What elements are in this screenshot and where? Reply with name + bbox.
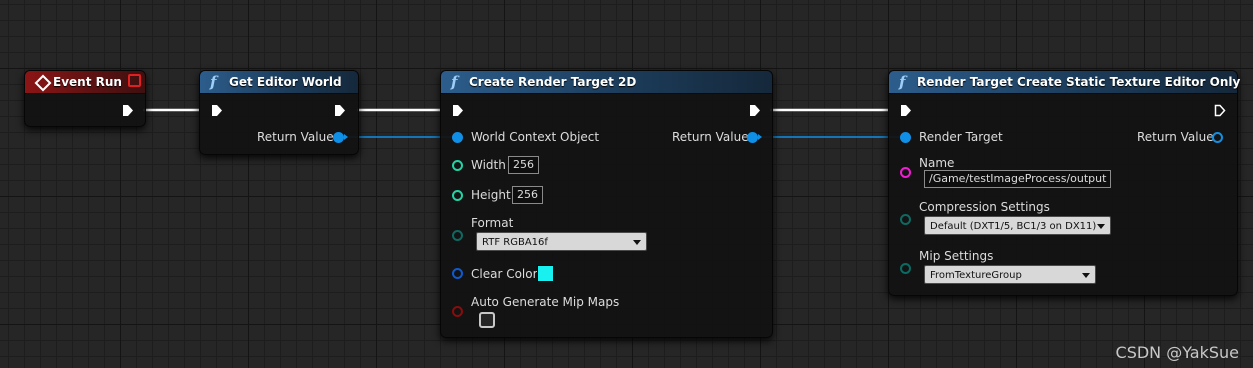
format-value: RTF RGBA16f: [482, 237, 548, 248]
return-value-label: Return Value: [672, 130, 749, 144]
name-pin[interactable]: [900, 167, 911, 178]
delegate-square-icon[interactable]: [128, 74, 141, 87]
compression-dropdown[interactable]: Default (DXT1/5, BC1/3 on DX11): [924, 216, 1111, 235]
create-render-target-node[interactable]: f Create Render Target 2D World Context …: [440, 70, 773, 338]
mip-settings-pin[interactable]: [900, 263, 911, 274]
get-editor-world-title: Get Editor World: [229, 75, 342, 89]
exec-out-pin[interactable]: [334, 104, 346, 117]
compression-pin[interactable]: [900, 214, 911, 225]
render-target-pin[interactable]: [900, 132, 911, 143]
event-run-header[interactable]: Event Run: [25, 71, 145, 94]
watermark: CSDN @YakSue: [1115, 343, 1239, 362]
event-run-title: Event Run: [53, 75, 122, 89]
exec-in-pin[interactable]: [211, 104, 223, 117]
chevron-down-icon: [1097, 224, 1105, 229]
mip-settings-value: FromTextureGroup: [930, 270, 1022, 281]
exec-in-pin[interactable]: [452, 104, 464, 117]
width-input[interactable]: 256: [508, 156, 539, 174]
render-target-label: Render Target: [919, 130, 1003, 144]
function-icon: f: [451, 73, 458, 91]
exec-out-pin[interactable]: [749, 104, 761, 117]
name-label: Name: [919, 156, 955, 170]
get-editor-world-node[interactable]: f Get Editor World Return Value: [199, 70, 359, 155]
width-label: Width: [471, 158, 506, 172]
auto-mip-label: Auto Generate Mip Maps: [471, 295, 620, 309]
render-target-static-texture-node[interactable]: f Render Target Create Static Texture Ed…: [888, 70, 1241, 296]
world-context-pin[interactable]: [452, 132, 463, 143]
world-context-label: World Context Object: [471, 130, 600, 144]
clear-color-label: Clear Color: [471, 267, 538, 281]
render-target-static-texture-header[interactable]: f Render Target Create Static Texture Ed…: [889, 71, 1241, 94]
create-render-target-title: Create Render Target 2D: [469, 75, 637, 89]
return-value-label: Return Value: [257, 130, 334, 144]
height-label: Height: [471, 188, 511, 202]
height-input[interactable]: 256: [512, 186, 543, 204]
clear-color-swatch[interactable]: [537, 265, 554, 282]
exec-in-pin[interactable]: [900, 104, 912, 117]
render-target-static-texture-title: Render Target Create Static Texture Edit…: [917, 75, 1241, 89]
exec-out-pin-unconnected[interactable]: [1214, 104, 1226, 117]
mip-settings-dropdown[interactable]: FromTextureGroup: [924, 265, 1096, 284]
event-diamond-icon: [34, 74, 52, 92]
height-pin[interactable]: [452, 190, 463, 201]
function-icon: f: [210, 73, 217, 91]
return-value-pin[interactable]: [1212, 132, 1223, 143]
mip-settings-label: Mip Settings: [919, 249, 994, 263]
exec-out-pin[interactable]: [122, 104, 134, 117]
get-editor-world-header[interactable]: f Get Editor World: [200, 71, 358, 94]
return-value-pin[interactable]: [747, 132, 762, 143]
auto-mip-pin[interactable]: [452, 306, 463, 317]
event-run-node[interactable]: Event Run: [24, 70, 146, 127]
compression-label: Compression Settings: [919, 200, 1050, 214]
format-dropdown[interactable]: RTF RGBA16f: [476, 232, 647, 251]
chevron-down-icon: [1082, 273, 1090, 278]
format-pin[interactable]: [452, 230, 463, 241]
return-value-label: Return Value: [1137, 130, 1214, 144]
function-icon: f: [899, 73, 906, 91]
format-label: Format: [471, 216, 514, 230]
clear-color-pin[interactable]: [452, 268, 463, 279]
chevron-down-icon: [633, 240, 641, 245]
auto-mip-checkbox[interactable]: [479, 312, 495, 328]
compression-value: Default (DXT1/5, BC1/3 on DX11): [930, 221, 1097, 232]
return-value-pin[interactable]: [333, 132, 348, 143]
name-input[interactable]: /Game/testImageProcess/output: [924, 170, 1112, 188]
create-render-target-header[interactable]: f Create Render Target 2D: [441, 71, 772, 94]
width-pin[interactable]: [452, 160, 463, 171]
